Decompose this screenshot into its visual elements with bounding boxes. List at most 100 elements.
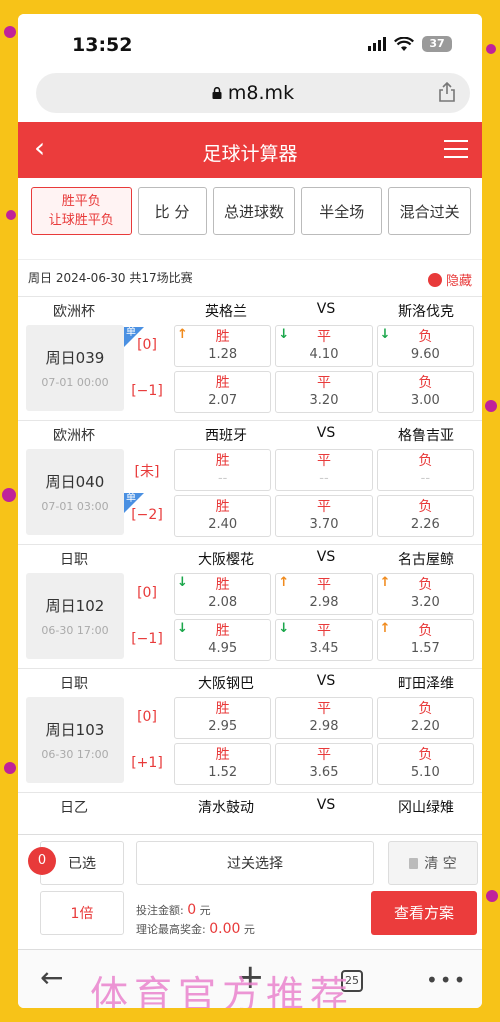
more-icon[interactable]: ••• <box>426 970 467 990</box>
match-time: 07-01 03:00 <box>41 500 109 513</box>
match-row: 欧洲杯 英格兰 VS 斯洛伐克 周日039 07-01 00:00 单 [0] … <box>18 296 482 420</box>
odds-cell-lose[interactable]: 负 2.20 <box>376 697 474 739</box>
up-arrow-icon: ↑ <box>177 327 188 342</box>
tab-half-full[interactable]: 半全场 <box>301 187 383 235</box>
odds-cell-win[interactable]: 胜 2.95 <box>174 697 272 739</box>
multiple-button[interactable]: 1倍 <box>40 891 124 935</box>
share-icon[interactable] <box>438 82 456 102</box>
odds-cell-draw[interactable]: ↓ 平 3.45 <box>275 619 373 661</box>
match-row: 日乙 清水鼓动 VS 冈山绿雉 <box>18 792 482 832</box>
match-id-box[interactable]: 周日102 06-30 17:00 <box>26 573 124 659</box>
tab-mixed-parlay[interactable]: 混合过关 <box>388 187 472 235</box>
odds-cell-win[interactable]: ↓ 胜 2.08 <box>174 573 272 615</box>
trash-icon <box>409 858 419 869</box>
tab-win-draw-lose[interactable]: 胜平负 让球胜平负 <box>31 187 132 235</box>
odds-cell-win[interactable]: 胜 1.52 <box>174 743 272 785</box>
handicap-label: [+1] <box>131 755 163 771</box>
match-time: 07-01 00:00 <box>41 376 109 389</box>
home-team: 清水鼓动 <box>198 800 254 816</box>
odds-cell-lose[interactable]: ↓ 负 9.60 <box>376 325 474 367</box>
match-id-box[interactable]: 周日040 07-01 03:00 <box>26 449 124 535</box>
teams: 西班牙 VS 格鲁吉亚 <box>176 425 476 445</box>
teams: 清水鼓动 VS 冈山绿雉 <box>176 797 476 817</box>
lock-icon <box>212 87 222 99</box>
stake-value: 0 <box>187 902 197 918</box>
handicap-label: [0] <box>137 337 157 353</box>
odds-cell-draw[interactable]: 平 3.65 <box>275 743 373 785</box>
odds-cell-lose[interactable]: 负 5.10 <box>376 743 474 785</box>
up-arrow-icon: ↑ <box>379 575 391 590</box>
teams: 大阪钢巴 VS 町田泽维 <box>176 673 476 693</box>
odds-cell-win[interactable]: 胜 2.07 <box>174 371 272 413</box>
match-id-box[interactable]: 周日103 06-30 17:00 <box>26 697 124 783</box>
vs-label: VS <box>316 549 336 565</box>
parlay-select-button[interactable]: 过关选择 <box>136 841 374 885</box>
odds-cell-lose[interactable]: 负 2.26 <box>376 495 474 537</box>
odds-cell-lose[interactable]: ↑ 负 3.20 <box>376 573 474 615</box>
odds-cell-draw[interactable]: ↑ 平 2.98 <box>275 573 373 615</box>
odds-row: ↑ 胜 1.28 ↓ 平 4.10 ↓ 负 9.60 <box>174 325 474 367</box>
odds-row: 胜 1.52 平 3.65 负 5.10 <box>174 743 474 785</box>
vs-label: VS <box>316 797 336 813</box>
view-plan-button[interactable]: 查看方案 <box>371 891 477 935</box>
odds-cell-draw[interactable]: ↓ 平 4.10 <box>275 325 373 367</box>
hide-label: 隐藏 <box>445 274 472 289</box>
league-name: 欧洲杯 <box>53 304 95 320</box>
down-arrow-icon: ↓ <box>177 621 188 636</box>
home-team: 大阪钢巴 <box>198 676 254 692</box>
match-number: 周日103 <box>45 721 105 739</box>
odds-cell-win[interactable]: ↓ 胜 4.95 <box>174 619 272 661</box>
league-name: 日职 <box>60 676 88 692</box>
vs-label: VS <box>316 301 336 317</box>
phone-screen: 13:52 37 m8.mk ‹ 足球计算器 胜平负 让球胜平负 比 分 总进球… <box>18 14 482 1008</box>
app-header: ‹ 足球计算器 <box>18 122 482 178</box>
date-header: 周日 2024-06-30 共17场比赛 隐藏 <box>18 259 482 295</box>
up-arrow-icon: ↑ <box>379 621 391 636</box>
address-bar[interactable]: m8.mk <box>36 73 470 113</box>
odds-cell-win[interactable]: ↑ 胜 1.28 <box>174 325 272 367</box>
odds-cell-draw[interactable]: 平 3.20 <box>275 371 373 413</box>
menu-icon[interactable] <box>444 140 468 164</box>
max-prize-value: 0.00 <box>209 921 241 937</box>
down-arrow-icon: ↓ <box>177 575 188 590</box>
odds-row: 胜 -- 平 -- 负 -- <box>174 449 474 491</box>
match-time: 06-30 17:00 <box>41 624 109 637</box>
match-time: 06-30 17:00 <box>41 748 109 761</box>
handicap-label: [−1] <box>131 631 163 647</box>
odds-cell-win[interactable]: 胜 -- <box>174 449 272 491</box>
match-number: 周日039 <box>45 349 105 367</box>
handicap-label: [未] <box>134 464 160 480</box>
odds-cell-draw[interactable]: 平 3.70 <box>275 495 373 537</box>
teams: 英格兰 VS 斯洛伐克 <box>176 301 476 321</box>
odds-cell-draw[interactable]: 平 -- <box>275 449 373 491</box>
vs-label: VS <box>316 673 336 689</box>
handicap-label: [0] <box>137 709 157 725</box>
battery-icon: 37 <box>422 36 452 52</box>
odds-cell-lose[interactable]: 负 -- <box>376 449 474 491</box>
match-list: 欧洲杯 英格兰 VS 斯洛伐克 周日039 07-01 00:00 单 [0] … <box>18 296 482 832</box>
decor-dot <box>485 400 497 412</box>
odds-cell-lose[interactable]: 负 3.00 <box>376 371 474 413</box>
hide-dot-icon <box>427 272 442 287</box>
tab-label: 胜平负 <box>61 194 101 209</box>
hide-button[interactable]: 隐藏 <box>427 270 472 289</box>
odds-cell-lose[interactable]: ↑ 负 1.57 <box>376 619 474 661</box>
clear-button[interactable]: 清 空 <box>388 841 478 885</box>
away-team: 町田泽维 <box>398 676 454 692</box>
up-arrow-icon: ↑ <box>278 575 290 590</box>
signal-icon <box>368 37 386 51</box>
tab-total-goals[interactable]: 总进球数 <box>212 187 296 235</box>
date-info: 周日 2024-06-30 共17场比赛 <box>28 271 193 285</box>
match-id-box[interactable]: 周日039 07-01 00:00 <box>26 325 124 411</box>
tab-score[interactable]: 比 分 <box>137 187 207 235</box>
odds-cell-draw[interactable]: 平 2.98 <box>275 697 373 739</box>
watermark-text: 体育官方推荐 <box>90 973 355 1008</box>
vs-label: VS <box>316 425 336 441</box>
odds-row: 胜 2.95 平 2.98 负 2.20 <box>174 697 474 739</box>
clear-label: 清 空 <box>424 856 457 872</box>
match-row: 日职 大阪樱花 VS 名古屋鲸 周日102 06-30 17:00 [0] ↓ 胜… <box>18 544 482 668</box>
back-arrow-icon[interactable]: ← <box>40 964 63 992</box>
odds-row: ↓ 胜 4.95 ↓ 平 3.45 ↑ 负 1.57 <box>174 619 474 661</box>
league-name: 日职 <box>60 552 88 568</box>
odds-cell-win[interactable]: 胜 2.40 <box>174 495 272 537</box>
